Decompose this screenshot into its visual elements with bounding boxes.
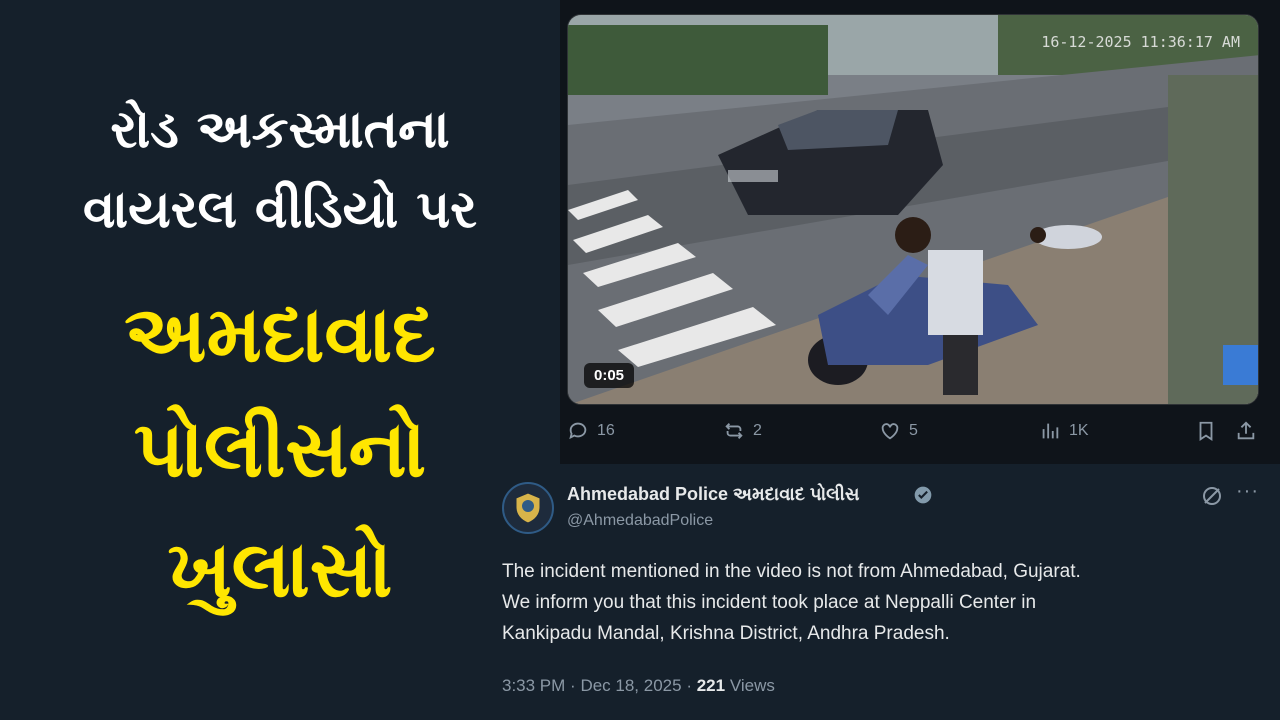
like-icon bbox=[881, 423, 899, 440]
reply-button[interactable]: 16 bbox=[567, 420, 615, 442]
headline-line-2: વાયરલ વીડિયો પર bbox=[83, 180, 477, 240]
headline-line-5: ખુલાસો bbox=[167, 525, 393, 615]
meta-separator: · bbox=[570, 676, 581, 695]
grok-icon[interactable] bbox=[1200, 484, 1224, 508]
tweet-view-count: 221 bbox=[696, 676, 726, 695]
avatar[interactable] bbox=[502, 482, 554, 534]
like-count: 5 bbox=[909, 422, 918, 439]
verified-icon bbox=[914, 486, 932, 504]
tweet-action-bar: 16 2 5 1K bbox=[567, 420, 1259, 452]
repost-count: 2 bbox=[753, 422, 762, 439]
repost-icon bbox=[725, 423, 743, 439]
video-duration-badge: 0:05 bbox=[584, 363, 635, 388]
views-icon bbox=[1042, 423, 1059, 439]
video-frame-illustration bbox=[568, 15, 1258, 404]
headline-line-3: અમદાવાદ bbox=[124, 290, 436, 380]
tweet-meta: 3:33 PM · Dec 18, 2025 · 221 Views bbox=[502, 676, 775, 696]
repost-button[interactable]: 2 bbox=[723, 420, 762, 442]
meta-separator: · bbox=[686, 676, 697, 695]
headline-line-1: રોડ અકસ્માતના bbox=[110, 100, 450, 160]
headline-panel: રોડ અકસ્માતના વાયરલ વીડિયો પર અમદાવાદ પો… bbox=[0, 0, 560, 720]
tweet-text-line-2: We inform you that this incident took pl… bbox=[502, 592, 1037, 613]
bookmark-button[interactable] bbox=[1195, 420, 1217, 442]
tweet-text: The incident mentioned in the video is n… bbox=[502, 556, 1242, 649]
reply-count: 16 bbox=[597, 422, 615, 439]
more-icon[interactable]: ··· bbox=[1236, 480, 1259, 503]
video-player[interactable]: 16-12-2025 11:36:17 AM 0:05 bbox=[567, 14, 1259, 405]
tweet-text-line-3: Kankipadu Mandal, Krishna District, Andh… bbox=[502, 623, 950, 644]
like-button[interactable]: 5 bbox=[879, 420, 918, 442]
author-name[interactable]: Ahmedabad Police અમદાવાદ પોલીસ bbox=[567, 484, 859, 505]
views-count: 1K bbox=[1069, 422, 1089, 439]
tweet-views-label: Views bbox=[729, 676, 775, 695]
share-button[interactable] bbox=[1235, 420, 1257, 442]
tweet-text-line-1: The incident mentioned in the video is n… bbox=[502, 561, 1081, 582]
tweet-date[interactable]: Dec 18, 2025 bbox=[580, 676, 681, 695]
author-handle[interactable]: @AhmedabadPolice bbox=[567, 512, 713, 530]
tweet-time[interactable]: 3:33 PM bbox=[502, 676, 565, 695]
police-badge-icon bbox=[515, 492, 541, 524]
reply-icon bbox=[569, 422, 587, 440]
share-icon bbox=[1237, 421, 1255, 440]
headline-line-4: પોલીસનો bbox=[133, 405, 427, 495]
views-button[interactable]: 1K bbox=[1039, 420, 1089, 442]
bookmark-icon bbox=[1199, 421, 1213, 441]
video-timestamp-overlay: 16-12-2025 11:36:17 AM bbox=[1041, 33, 1240, 51]
